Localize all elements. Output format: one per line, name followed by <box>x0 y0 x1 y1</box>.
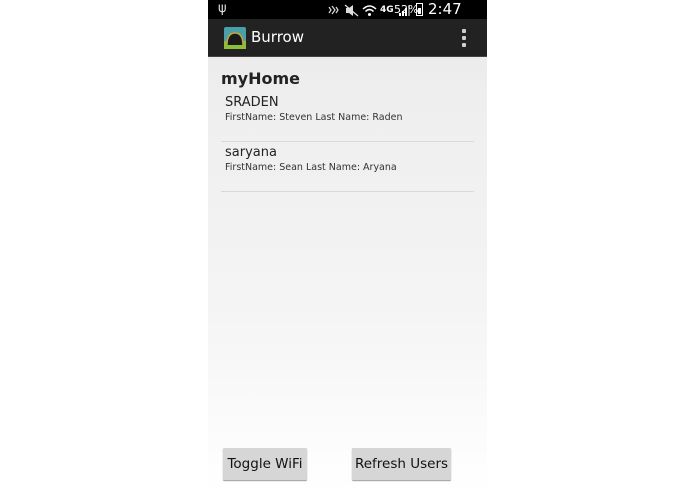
wifi-icon <box>362 4 377 16</box>
list-item[interactable]: saryana FirstName: Sean Last Name: Aryan… <box>221 142 474 192</box>
nfc-icon <box>328 5 339 14</box>
user-name: SRADEN <box>225 95 279 110</box>
page-title: myHome <box>221 69 301 88</box>
4g-icon: 4G <box>380 5 394 15</box>
battery-icon <box>416 3 423 16</box>
list-item[interactable]: SRADEN FirstName: Steven Last Name: Rade… <box>221 92 474 142</box>
burrow-app-icon <box>224 27 246 49</box>
battery-percent: 52% <box>394 3 419 16</box>
refresh-users-button[interactable]: Refresh Users <box>352 448 451 480</box>
overflow-menu-icon[interactable] <box>456 25 472 51</box>
phone-screen: ψ 4G 52% 2:47 PM <box>208 0 487 494</box>
user-details: FirstName: Sean Last Name: Aryana <box>225 162 397 173</box>
toggle-wifi-button[interactable]: Toggle WiFi <box>223 448 307 480</box>
status-bar: ψ 4G 52% 2:47 PM <box>208 0 487 36</box>
app-title: Burrow <box>251 28 304 46</box>
user-details: FirstName: Steven Last Name: Raden <box>225 112 403 123</box>
action-bar: Burrow <box>208 19 487 57</box>
user-name: saryana <box>225 145 277 160</box>
user-list: SRADEN FirstName: Steven Last Name: Rade… <box>221 92 474 192</box>
mute-icon <box>344 4 359 16</box>
usb-icon: ψ <box>218 1 227 16</box>
